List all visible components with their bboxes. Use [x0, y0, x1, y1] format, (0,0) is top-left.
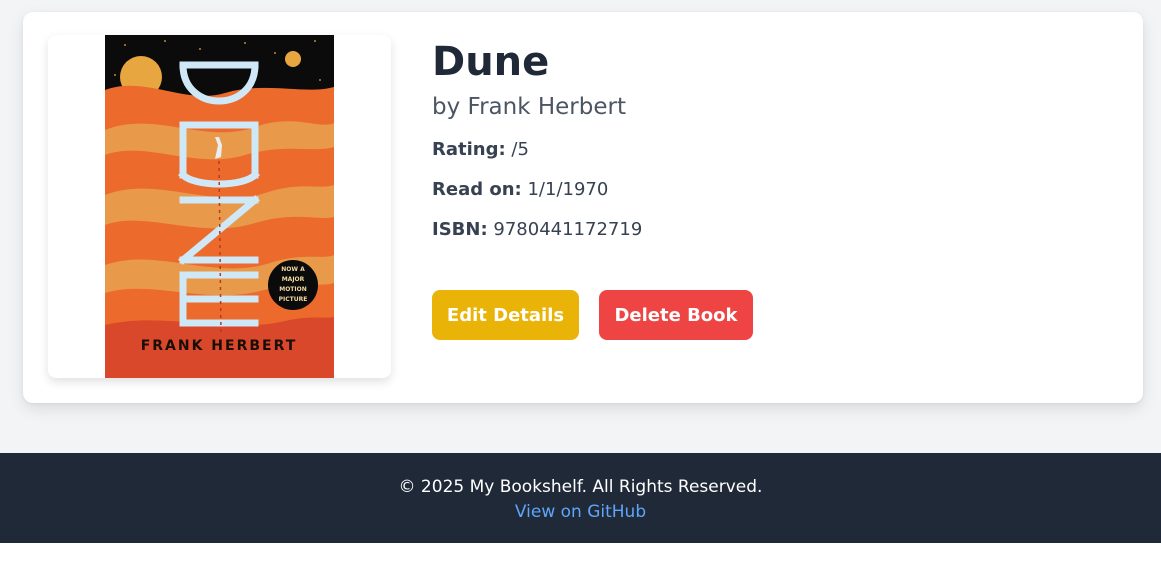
footer-copyright: © 2025 My Bookshelf. All Rights Reserved… — [398, 477, 763, 497]
page-bottom-area — [0, 543, 1161, 568]
cover-badge-line-1: NOW A — [281, 266, 305, 273]
isbn-value: 9780441172719 — [493, 219, 643, 240]
cover-author-text: FRANK HERBERT — [141, 338, 298, 354]
github-link[interactable]: View on GitHub — [0, 501, 1161, 523]
read-on-label: Read on: — [432, 179, 522, 200]
read-on-row: Read on: 1/1/1970 — [432, 178, 642, 202]
cover-badge-line-2: MAJOR — [282, 276, 305, 283]
cover-badge-line-3: MOTION — [279, 286, 307, 293]
delete-book-button[interactable]: Delete Book — [599, 290, 753, 340]
rating-value: /5 — [511, 139, 529, 160]
book-cover-image: NOW A MAJOR MOTION PICTURE FRANK HERBERT — [105, 35, 334, 378]
isbn-label: ISBN: — [432, 219, 488, 240]
book-author: by Frank Herbert — [432, 94, 626, 120]
book-cover-container: NOW A MAJOR MOTION PICTURE FRANK HERBERT — [48, 35, 391, 378]
isbn-row: ISBN: 9780441172719 — [432, 218, 642, 242]
cover-badge-line-4: PICTURE — [279, 296, 308, 303]
edit-details-button[interactable]: Edit Details — [432, 290, 579, 340]
footer: © 2025 My Bookshelf. All Rights Reserved… — [0, 453, 1161, 543]
rating-label: Rating: — [432, 139, 506, 160]
book-detail-card: NOW A MAJOR MOTION PICTURE FRANK HERBERT… — [23, 12, 1143, 403]
rating-row: Rating: /5 — [432, 138, 642, 162]
book-details: Dune by Frank Herbert Rating: /5 Read on… — [432, 38, 642, 242]
read-on-value: 1/1/1970 — [527, 179, 609, 200]
book-title: Dune — [432, 39, 550, 85]
